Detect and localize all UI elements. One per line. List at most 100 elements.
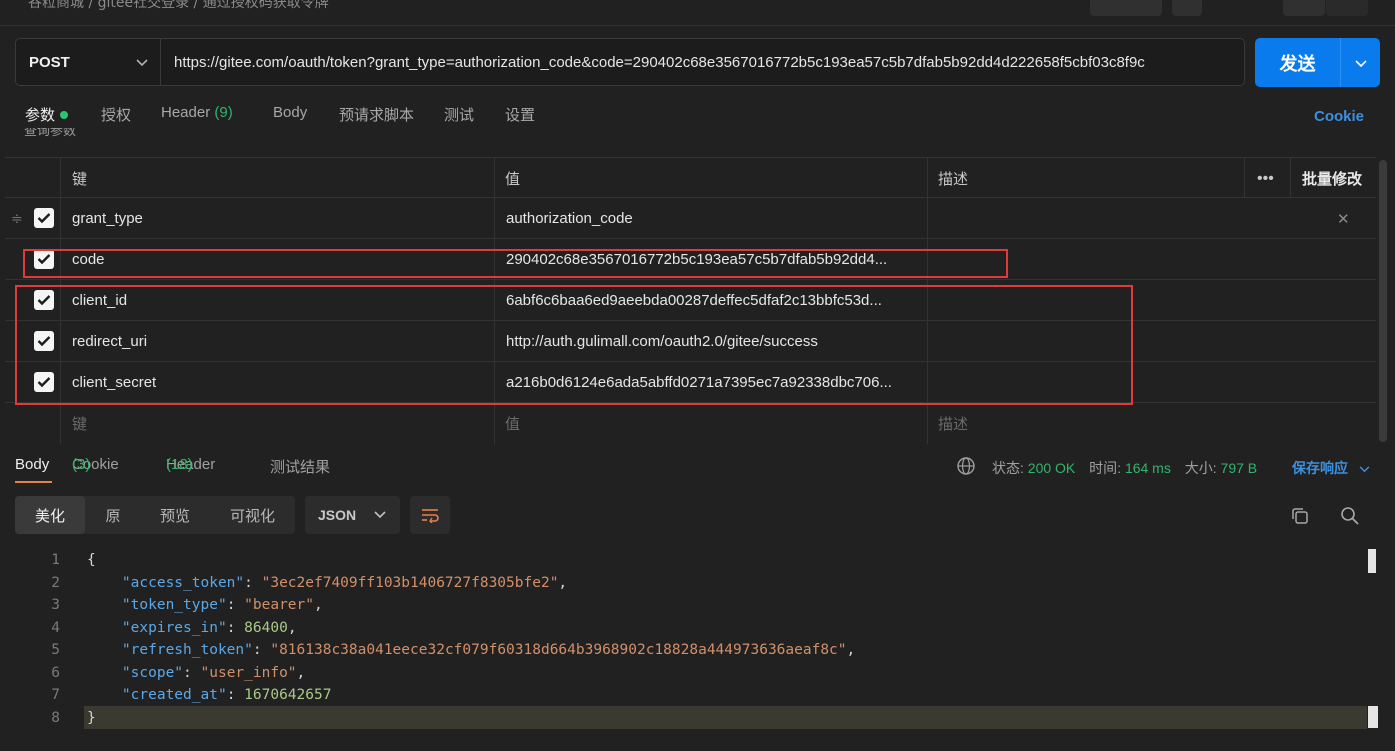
globe-icon[interactable] bbox=[956, 456, 976, 480]
response-body-editor[interactable]: 1 {2 "access_token": "3ec2ef7409ff103b140… bbox=[0, 548, 1380, 738]
json-comma: , bbox=[287, 619, 297, 636]
edit-mode-button[interactable] bbox=[1283, 0, 1325, 16]
line-number: 7 bbox=[51, 687, 60, 703]
request-bar: POST https://gitee.com/oauth/token?grant… bbox=[15, 38, 1245, 86]
status-value: 200 OK bbox=[1027, 460, 1076, 476]
chevron-down-icon bbox=[136, 54, 148, 71]
column-divider bbox=[1244, 157, 1245, 198]
json-value: 1670642657 bbox=[244, 687, 332, 703]
editor-scrollbar[interactable] bbox=[1368, 549, 1376, 573]
chevron-down-icon bbox=[1354, 53, 1367, 72]
tab-test[interactable]: 测试 bbox=[444, 104, 474, 125]
method-label: POST bbox=[29, 53, 70, 71]
new-desc-input[interactable]: 描述 bbox=[938, 403, 968, 444]
header-value: 值 bbox=[505, 171, 521, 188]
response-status: 状态: 200 OK 时间: 164 ms 大小: 797 B bbox=[992, 458, 1257, 478]
json-key: "created_at" bbox=[121, 687, 227, 703]
resp-tab-header-count: (18) bbox=[166, 456, 193, 473]
json-comma: , bbox=[296, 664, 306, 681]
size-label: 大小: bbox=[1184, 460, 1217, 476]
code-line: "access_token": "3ec2ef7409ff103b1406727… bbox=[121, 574, 568, 591]
tab-prescript[interactable]: 预请求脚本 bbox=[339, 104, 414, 125]
line-number: 1 bbox=[51, 552, 60, 568]
format-type-select[interactable]: JSON bbox=[305, 496, 400, 534]
query-params-label: 查询参数 bbox=[24, 128, 77, 139]
send-options-button[interactable] bbox=[1340, 38, 1380, 87]
breadcrumb: 谷粒商城 / gitee社交登录 / 通过授权码获取令牌 bbox=[28, 0, 329, 11]
table-header-row: 键 值 描述 ••• 批量修改 bbox=[5, 157, 1376, 198]
editor-scrollbar-thumb[interactable] bbox=[1368, 706, 1378, 728]
highlight-box bbox=[23, 249, 1008, 278]
time-value: 164 ms bbox=[1124, 460, 1171, 476]
param-value[interactable]: authorization_code bbox=[506, 198, 926, 239]
new-key-input[interactable]: 键 bbox=[72, 403, 87, 444]
format-raw-button[interactable]: 原 bbox=[93, 496, 133, 534]
code-line: "refresh_token": "816138c38a041eece32cf0… bbox=[121, 642, 856, 658]
save-dropdown-button[interactable] bbox=[1172, 0, 1202, 16]
resp-tab-body[interactable]: Body bbox=[15, 456, 49, 473]
copy-icon[interactable] bbox=[1290, 506, 1310, 530]
code-line: "token_type": "bearer", bbox=[121, 597, 323, 613]
highlight-box bbox=[15, 285, 1133, 405]
tab-settings[interactable]: 设置 bbox=[505, 104, 535, 125]
format-type-label: JSON bbox=[318, 507, 357, 523]
json-key: "scope" bbox=[121, 664, 184, 681]
format-pretty-button[interactable]: 美化 bbox=[15, 496, 85, 534]
resp-tab-test-results[interactable]: 测试结果 bbox=[270, 456, 330, 477]
tab-auth[interactable]: 授权 bbox=[101, 104, 131, 125]
code-line: } bbox=[87, 710, 96, 726]
line-number: 5 bbox=[51, 642, 60, 658]
json-key: "access_token" bbox=[121, 574, 245, 591]
params-scrollbar[interactable] bbox=[1379, 160, 1387, 442]
line-number: 2 bbox=[51, 574, 60, 591]
tab-header[interactable]: Header (9) bbox=[161, 104, 233, 121]
wrap-lines-button[interactable] bbox=[410, 496, 450, 534]
url-input[interactable]: https://gitee.com/oauth/token?grant_type… bbox=[161, 39, 1244, 85]
send-button[interactable]: 发送 bbox=[1255, 38, 1380, 87]
chevron-down-icon bbox=[374, 511, 386, 519]
more-options-icon[interactable]: ••• bbox=[1257, 158, 1274, 199]
resp-tab-cookie-count: (3) bbox=[72, 456, 91, 473]
param-key[interactable]: grant_type bbox=[72, 198, 143, 239]
column-divider bbox=[1290, 157, 1291, 198]
save-request-button[interactable] bbox=[1090, 0, 1162, 16]
line-number: 8 bbox=[51, 709, 60, 726]
json-value: "bearer" bbox=[244, 597, 314, 613]
bulk-edit-button[interactable]: 批量修改 bbox=[1302, 158, 1362, 199]
json-value: "816138c38a041eece32cf079f60318d664b3968… bbox=[270, 642, 847, 658]
save-response-button[interactable]: 保存响应 bbox=[1292, 458, 1370, 478]
wrap-icon bbox=[422, 509, 439, 523]
json-key: "expires_in" bbox=[121, 619, 227, 636]
json-comma: , bbox=[314, 597, 323, 613]
status-label: 状态: bbox=[992, 460, 1024, 476]
json-value: "user_info" bbox=[200, 664, 297, 681]
cookie-link[interactable]: Cookie bbox=[1314, 108, 1364, 125]
new-value-input[interactable]: 值 bbox=[505, 403, 520, 444]
code-line: "scope": "user_info", bbox=[121, 664, 306, 681]
line-number: 6 bbox=[51, 664, 60, 681]
active-dot-icon bbox=[60, 111, 69, 119]
format-preview-button[interactable]: 预览 bbox=[150, 496, 200, 534]
json-comma: , bbox=[558, 574, 568, 591]
brace: } bbox=[87, 709, 96, 726]
tab-header-count: (9) bbox=[214, 104, 233, 121]
table-placeholder-row: 键 值 描述 bbox=[5, 403, 1376, 444]
json-value: "3ec2ef7409ff103b1406727f8305bfe2" bbox=[261, 574, 559, 591]
brace: { bbox=[87, 552, 96, 568]
table-row: ≑ ✕ grant_type authorization_code bbox=[5, 198, 1376, 239]
drag-handle-icon[interactable]: ≑ bbox=[11, 198, 23, 239]
json-comma: , bbox=[846, 642, 856, 658]
code-line: "expires_in": 86400, bbox=[121, 619, 297, 636]
code-line: { bbox=[87, 552, 96, 568]
comment-button[interactable] bbox=[1326, 0, 1368, 16]
search-icon[interactable] bbox=[1340, 506, 1360, 530]
delete-row-icon[interactable]: ✕ bbox=[1337, 198, 1350, 239]
line-number: 3 bbox=[51, 597, 60, 613]
tab-body[interactable]: Body bbox=[273, 104, 307, 121]
header-key: 键 bbox=[72, 171, 88, 188]
tab-params[interactable]: 参数 bbox=[25, 104, 69, 125]
method-select[interactable]: POST bbox=[16, 39, 161, 85]
row-checkbox[interactable] bbox=[34, 208, 54, 228]
header-desc: 描述 bbox=[938, 171, 969, 188]
format-visualize-button[interactable]: 可视化 bbox=[220, 496, 285, 534]
